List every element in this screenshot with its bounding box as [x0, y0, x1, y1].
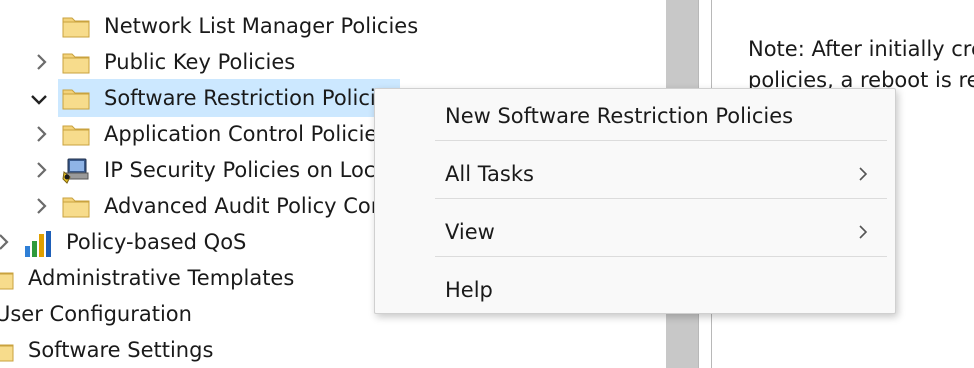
tree-item-application-control-policies[interactable]: Application Control Policies	[62, 117, 388, 151]
tree-item-software-settings[interactable]: Software Settings	[0, 333, 213, 367]
folder-icon	[62, 50, 90, 74]
submenu-arrow-icon	[859, 167, 868, 181]
chevron-right-icon[interactable]	[0, 231, 14, 253]
tree-item-label: Policy-based QoS	[66, 230, 247, 254]
folder-icon	[0, 266, 14, 290]
tree-item-label: Software Restriction Policies	[104, 86, 400, 110]
chevron-right-icon[interactable]	[30, 159, 52, 181]
folder-icon	[62, 122, 90, 146]
tree-item-label: Public Key Policies	[104, 50, 296, 74]
menu-item-label: View	[445, 220, 495, 244]
tree-item-administrative-templates[interactable]: Administrative Templates	[0, 261, 294, 295]
context-menu: New Software Restriction Policies All Ta…	[374, 88, 896, 314]
menu-item-view[interactable]: View	[375, 205, 895, 259]
ip-security-icon	[62, 158, 90, 184]
chevron-down-icon[interactable]	[28, 88, 50, 110]
menu-item-new-software-restriction-policies[interactable]: New Software Restriction Policies	[375, 89, 895, 143]
menu-item-label: New Software Restriction Policies	[445, 104, 794, 128]
chevron-right-icon[interactable]	[30, 195, 52, 217]
menu-separator	[435, 198, 887, 199]
tree-item-label: Application Control Policies	[104, 122, 389, 146]
tree-item-software-restriction-policies[interactable]: Software Restriction Policies	[62, 81, 400, 115]
menu-item-label: Help	[445, 278, 493, 302]
note-text: Note: After initially cre policies, a re…	[748, 34, 974, 96]
folder-icon	[62, 194, 90, 218]
chevron-right-icon[interactable]	[30, 51, 52, 73]
menu-item-help[interactable]: Help	[375, 263, 895, 317]
folder-icon	[62, 86, 90, 110]
menu-separator	[435, 140, 887, 141]
menu-item-all-tasks[interactable]: All Tasks	[375, 147, 895, 201]
note-line-1: Note: After initially cre	[748, 37, 974, 61]
chevron-right-icon[interactable]	[30, 123, 52, 145]
submenu-arrow-icon	[859, 225, 868, 239]
tree-item-label: User Configuration	[0, 302, 192, 326]
bar-chart-icon	[24, 230, 52, 257]
tree-item-label: Administrative Templates	[28, 266, 295, 290]
tree-item-network-list-manager-policies[interactable]: Network List Manager Policies	[62, 9, 418, 43]
tree-item-label: Software Settings	[28, 338, 214, 362]
tree-item-policy-based-qos[interactable]: Policy-based QoS	[24, 225, 246, 259]
menu-separator	[435, 256, 887, 257]
menu-item-label: All Tasks	[445, 162, 534, 186]
tree-item-public-key-policies[interactable]: Public Key Policies	[62, 45, 295, 79]
tree-item-label: Network List Manager Policies	[104, 14, 419, 38]
tree-item-user-configuration[interactable]: User Configuration	[0, 297, 192, 331]
folder-icon	[62, 14, 90, 38]
folder-icon	[0, 338, 14, 362]
